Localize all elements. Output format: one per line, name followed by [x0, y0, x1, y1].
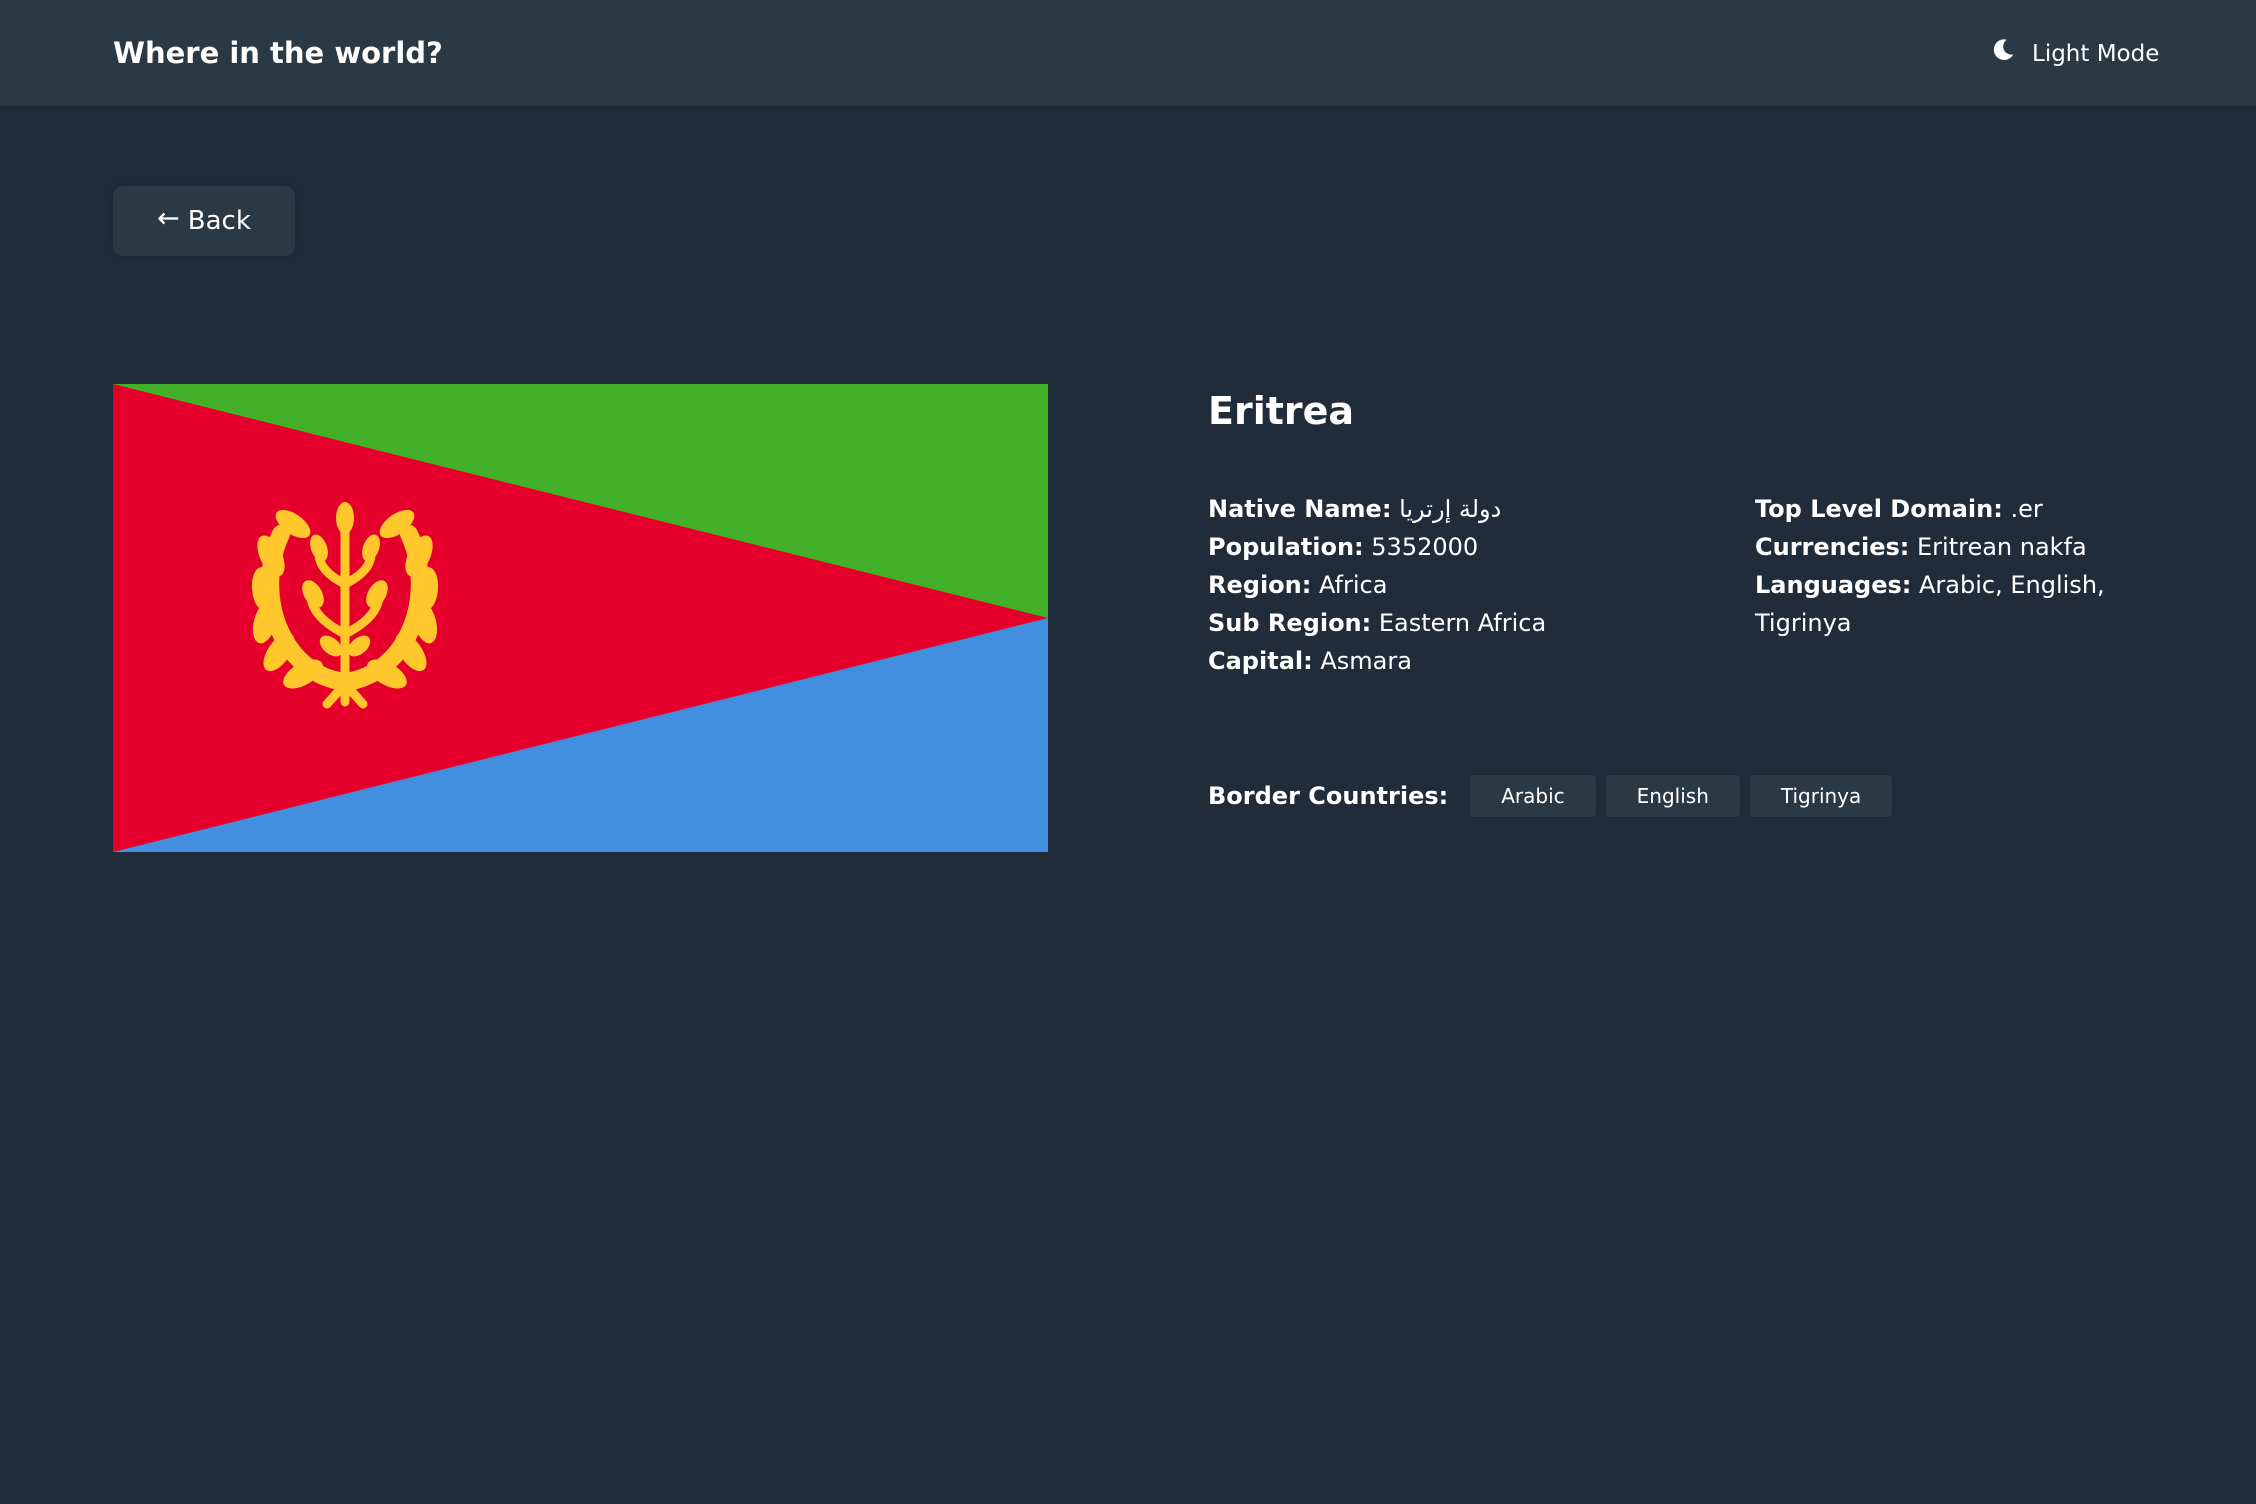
arrow-left-icon: ← [157, 202, 180, 234]
details-primary: Native Name: دولة إرتريا Population: 535… [1208, 490, 1728, 680]
back-button[interactable]: ← Back [113, 186, 295, 256]
detail-label: Population: [1208, 533, 1364, 561]
detail-languages: Languages: Arabic, English, Tigrinya [1755, 566, 2115, 642]
detail-label: Languages: [1755, 571, 1912, 599]
detail-top-level-domain: Top Level Domain: .er [1755, 490, 2115, 528]
border-country-tag[interactable]: Arabic [1470, 775, 1596, 817]
theme-toggle-label: Light Mode [2032, 41, 2160, 67]
detail-sub-region: Sub Region: Eastern Africa [1208, 604, 1728, 642]
country-flag [113, 384, 1048, 852]
detail-value: 5352000 [1371, 533, 1479, 561]
border-countries-label: Border Countries: [1208, 782, 1449, 810]
detail-currencies: Currencies: Eritrean nakfa [1755, 528, 2115, 566]
moon-icon [1990, 37, 2016, 63]
detail-label: Currencies: [1755, 533, 1910, 561]
detail-value: دولة إرتريا [1399, 495, 1502, 523]
border-country-tag[interactable]: English [1605, 775, 1740, 817]
detail-value: Eastern Africa [1378, 609, 1547, 637]
detail-label: Capital: [1208, 647, 1313, 675]
border-country-tag[interactable]: Tigrinya [1749, 775, 1893, 817]
detail-population: Population: 5352000 [1208, 528, 1728, 566]
detail-region: Region: Africa [1208, 566, 1728, 604]
details-secondary: Top Level Domain: .er Currencies: Eritre… [1755, 490, 2115, 642]
detail-value: Eritrean nakfa [1917, 533, 2087, 561]
border-countries: Border Countries: Arabic English Tigriny… [1208, 775, 1893, 817]
detail-value: Africa [1318, 571, 1388, 599]
detail-label: Native Name: [1208, 495, 1392, 523]
top-bar: Where in the world? Light Mode [0, 0, 2256, 106]
detail-value: Asmara [1320, 647, 1412, 675]
detail-label: Region: [1208, 571, 1312, 599]
detail-value: .er [2010, 495, 2043, 523]
theme-toggle-button[interactable]: Light Mode [1990, 34, 2159, 74]
detail-label: Top Level Domain: [1755, 495, 2003, 523]
detail-label: Sub Region: [1208, 609, 1372, 637]
detail-native-name: Native Name: دولة إرتريا [1208, 490, 1728, 528]
country-name: Eritrea [1208, 389, 1355, 433]
back-label: Back [187, 206, 251, 236]
detail-capital: Capital: Asmara [1208, 642, 1728, 680]
app-title: Where in the world? [113, 36, 443, 70]
